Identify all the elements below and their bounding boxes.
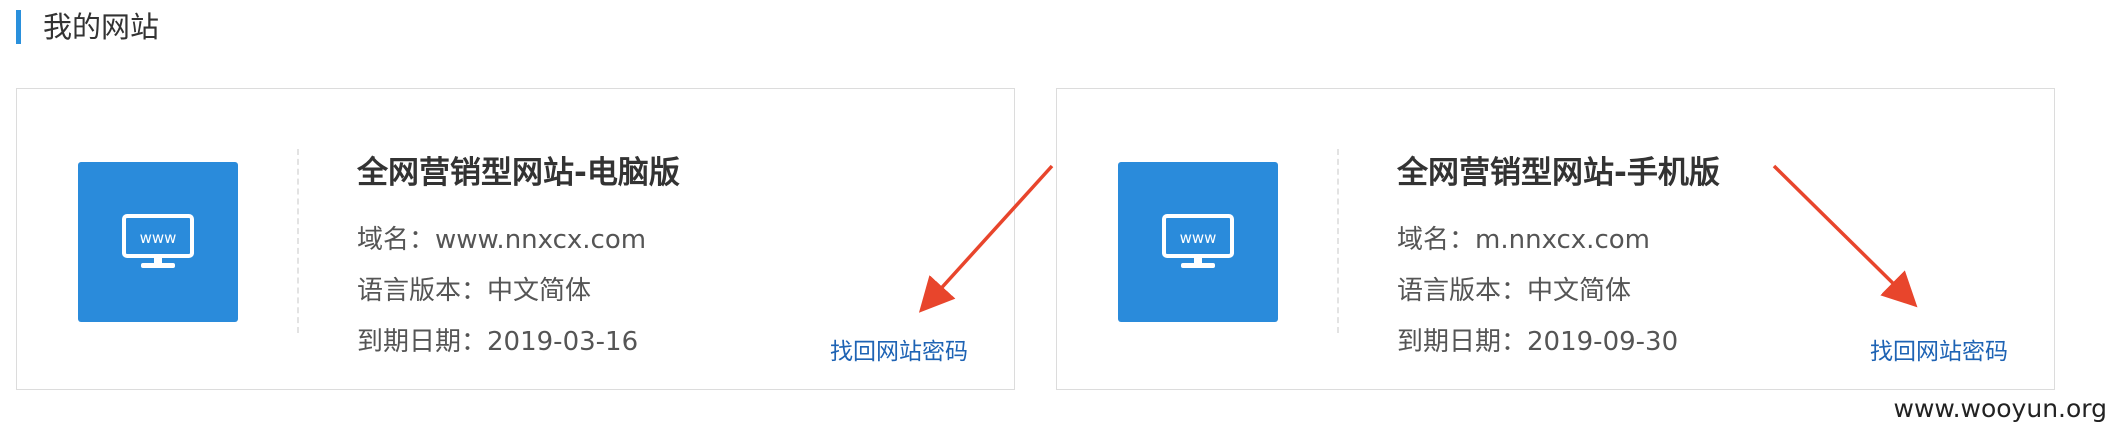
domain-line: 域名：m.nnxcx.com — [1397, 219, 1650, 256]
site-title: 全网营销型网站-电脑版 — [357, 155, 680, 191]
language-value: 中文简体 — [487, 276, 592, 306]
expiry-value: 2019-09-30 — [1527, 327, 1679, 357]
expiry-label: 到期日期： — [1397, 327, 1528, 357]
site-card-desktop: www 全网营销型网站-电脑版 域名：www.nnxcx.com 语言版本：中文… — [16, 88, 1015, 390]
recover-password-link[interactable]: 找回网站密码 — [830, 332, 968, 366]
language-label: 语言版本： — [357, 276, 488, 306]
language-label: 语言版本： — [1397, 276, 1528, 306]
expiry-value: 2019-03-16 — [487, 327, 639, 357]
language-line: 语言版本：中文简体 — [357, 270, 591, 307]
section-header: 我的网站 — [16, 10, 159, 44]
www-icon-text: www — [140, 229, 177, 247]
section-title: 我的网站 — [43, 10, 160, 44]
domain-line: 域名：www.nnxcx.com — [357, 219, 646, 256]
watermark: www.wooyun.org — [1893, 394, 2107, 423]
expiry-label: 到期日期： — [357, 327, 488, 357]
domain-label: 域名： — [1397, 225, 1476, 255]
card-divider — [1337, 149, 1339, 333]
page: 我的网站 www 全网营销型网站-电脑版 域名：www.nnxcx.com 语言… — [0, 0, 2114, 438]
domain-value: m.nnxcx.com — [1475, 225, 1650, 255]
www-monitor-icon: www — [78, 162, 238, 322]
www-monitor-icon: www — [1118, 162, 1278, 322]
site-title: 全网营销型网站-手机版 — [1397, 155, 1720, 191]
language-value: 中文简体 — [1527, 276, 1632, 306]
expiry-line: 到期日期：2019-09-30 — [1397, 321, 1678, 358]
domain-value: www.nnxcx.com — [435, 225, 647, 255]
recover-password-link[interactable]: 找回网站密码 — [1870, 332, 2008, 366]
expiry-line: 到期日期：2019-03-16 — [357, 321, 638, 358]
site-card-mobile: www 全网营销型网站-手机版 域名：m.nnxcx.com 语言版本：中文简体… — [1056, 88, 2055, 390]
language-line: 语言版本：中文简体 — [1397, 270, 1631, 307]
card-divider — [297, 149, 299, 333]
section-accent-bar — [16, 10, 21, 44]
domain-label: 域名： — [357, 225, 436, 255]
www-icon-text: www — [1180, 229, 1217, 247]
